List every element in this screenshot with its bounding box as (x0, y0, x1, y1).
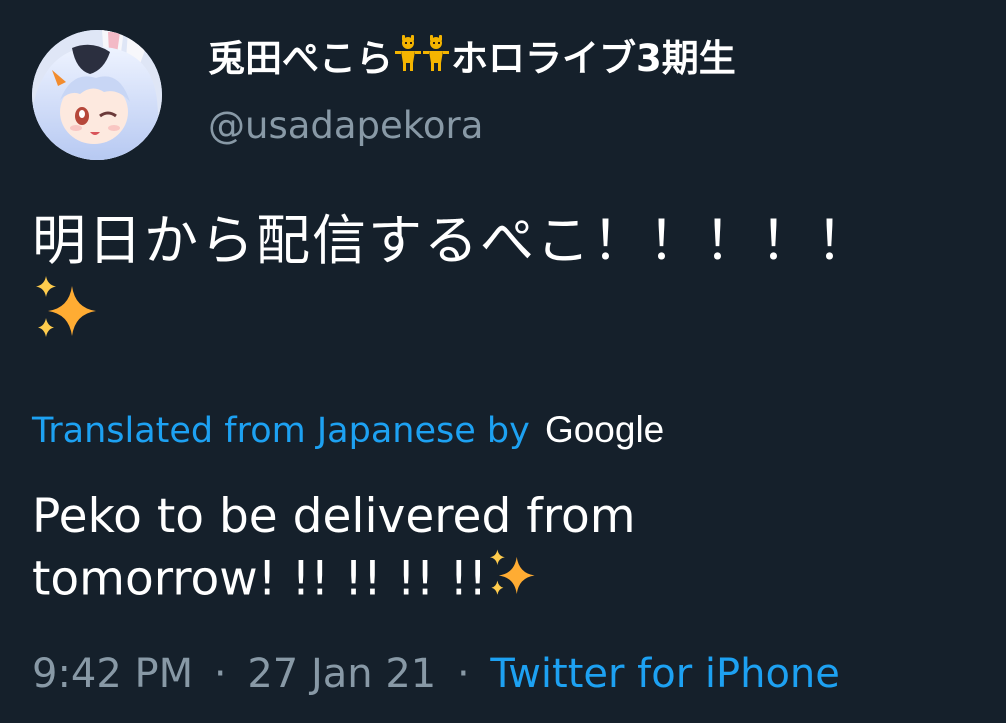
tweet-text-line: 明日から配信するぺこ！！！！！ (32, 209, 872, 272)
translated-text-line: Peko to be delivered from (32, 489, 636, 544)
tweet-text: 明日から配信するぺこ！！！！！ (32, 208, 982, 359)
translation-attribution[interactable]: Translated from Japanese by Google (32, 404, 664, 456)
translation-label: Translated from Japanese by (32, 411, 530, 451)
translated-text: Peko to be delivered from tomorrow! !! !… (32, 486, 982, 616)
tweet-card: 兎田ぺこら ホロライブ3期生 @usadapekora 明日から配信するぺこ！！… (0, 0, 1006, 723)
tweet-date[interactable]: 27 Jan 21 (247, 651, 436, 697)
author-handle[interactable]: @usadapekora (208, 98, 483, 154)
avatar[interactable] (32, 30, 162, 160)
tweet-time[interactable]: 9:42 PM (32, 651, 193, 697)
sparkles-icon (32, 274, 102, 359)
sparkles-icon (487, 548, 539, 616)
meta-separator: · (456, 651, 470, 697)
tweet-meta: 9:42 PM · 27 Jan 21 · Twitter for iPhone (32, 646, 840, 702)
meta-separator: · (213, 651, 227, 697)
google-logo: Google (544, 409, 665, 450)
author-name-text: 兎田ぺこら (208, 37, 393, 80)
avatar-image (32, 30, 162, 160)
author-display-name[interactable]: 兎田ぺこら ホロライブ3期生 (208, 32, 736, 86)
tweet-source-link[interactable]: Twitter for iPhone (490, 651, 840, 697)
translated-text-line-2: tomorrow! !! !! !! !! (32, 551, 488, 607)
author-affiliation-text: ホロライブ3期生 (451, 37, 736, 80)
tweet-sparkles-line (32, 274, 982, 359)
dancing-women-icon (393, 33, 451, 88)
translated-text-line: tomorrow! !! !! !! !! (32, 548, 982, 616)
